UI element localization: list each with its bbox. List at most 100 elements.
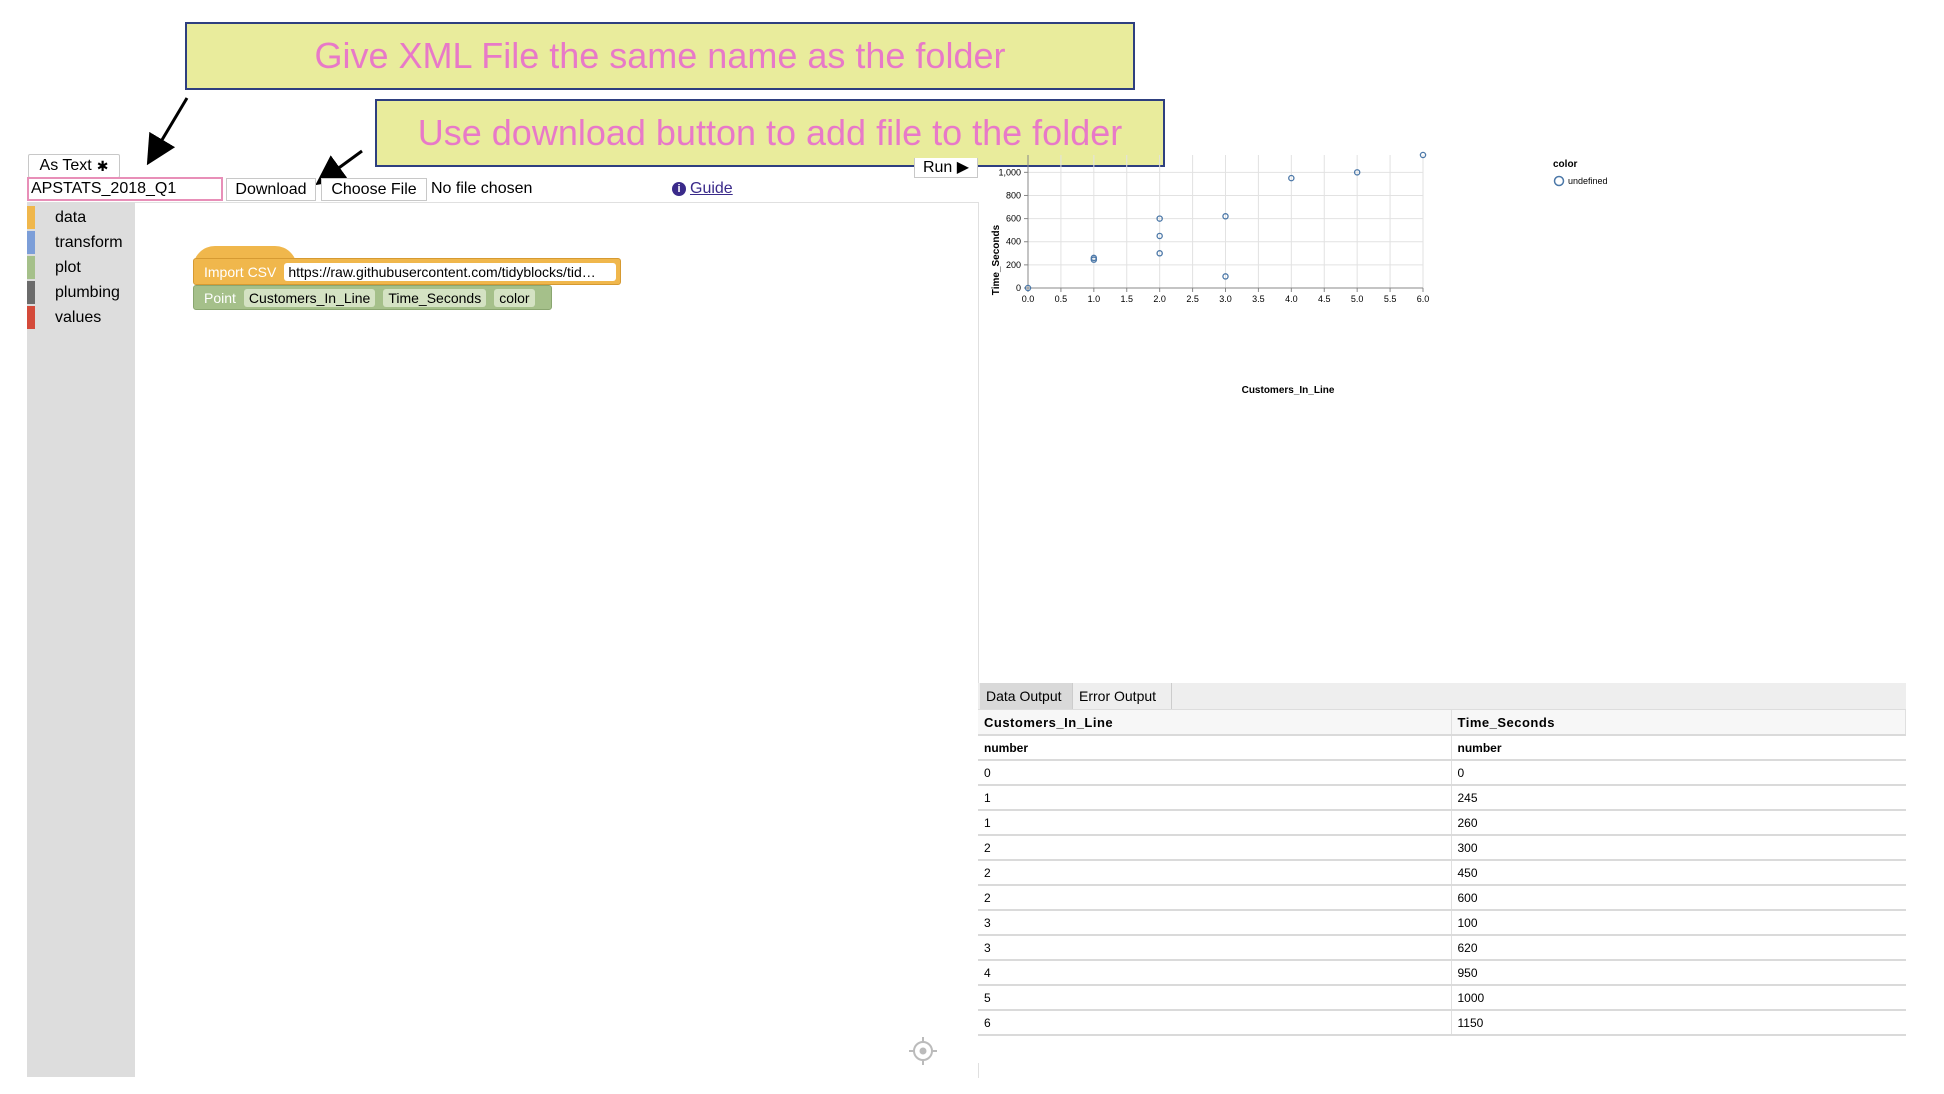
table-cell: 2 xyxy=(978,860,1452,886)
import-csv-url-field[interactable]: https://raw.githubusercontent.com/tidybl… xyxy=(284,262,617,281)
recenter-icon[interactable] xyxy=(908,1036,938,1066)
x-tick-label: 5.5 xyxy=(1384,294,1397,304)
table-row: 4 950 xyxy=(978,960,1906,986)
table-type-row: number number xyxy=(978,735,1906,761)
toolbox-item-label: transform xyxy=(55,234,123,251)
table-cell: 1150 xyxy=(1451,1010,1906,1036)
table-cell: 100 xyxy=(1451,910,1906,936)
scatter-plot: 0.0 0.5 1.0 1.5 2.0 2.5 3.0 3.5 4.0 4.5 5.0 5.5 6.0 0… xyxy=(991,151,1608,396)
table-cell: 245 xyxy=(1451,785,1906,811)
table-row: 5 1000 xyxy=(978,985,1906,1011)
arrow-to-filename xyxy=(146,97,189,166)
x-tick-label: 3.0 xyxy=(1219,294,1232,304)
table-cell: 3 xyxy=(978,935,1452,961)
choose-file-button[interactable]: Choose File xyxy=(321,178,427,201)
filename-input[interactable] xyxy=(27,177,223,201)
plot-axes: 0.0 0.5 1.0 1.5 2.0 2.5 3.0 3.5 4.0 4.5 5.0 5.5 6.0 0… xyxy=(998,155,1429,304)
point-color-field[interactable]: color xyxy=(494,288,535,307)
table-cell: 620 xyxy=(1451,935,1906,961)
legend-entry: undefined xyxy=(1568,176,1608,186)
toolbox: data transform plot plumbing values xyxy=(27,202,135,1077)
table-cell: 6 xyxy=(978,1010,1452,1036)
table-row: 1 245 xyxy=(978,785,1906,811)
table-row: 2 600 xyxy=(978,885,1906,911)
toolbox-item-plot[interactable]: plot xyxy=(27,256,135,281)
table-row: 3 100 xyxy=(978,910,1906,936)
point-block[interactable]: Point Customers_In_Line Time_Seconds col… xyxy=(193,285,552,310)
column-header: Time_Seconds xyxy=(1451,710,1906,736)
blockly-workspace[interactable] xyxy=(27,202,979,1078)
table-header-row: Customers_In_Line Time_Seconds xyxy=(978,710,1906,736)
category-swatch xyxy=(27,281,35,304)
table-row: 6 1150 xyxy=(978,1010,1906,1036)
x-tick-label: 0.5 xyxy=(1055,294,1068,304)
table-cell: 2 xyxy=(978,835,1452,861)
point-keyword: Point xyxy=(204,289,236,306)
toolbox-item-label: plot xyxy=(55,259,81,276)
import-csv-keyword: Import CSV xyxy=(204,263,277,280)
x-tick-label: 6.0 xyxy=(1417,294,1430,304)
table-cell: 300 xyxy=(1451,835,1906,861)
legend-title: color xyxy=(1553,159,1578,170)
table-cell: 260 xyxy=(1451,810,1906,836)
y-tick-label: 1,000 xyxy=(998,167,1021,177)
point-x-field[interactable]: Customers_In_Line xyxy=(243,288,376,307)
as-text-label: As Text xyxy=(39,157,92,174)
no-file-chosen-text: No file chosen xyxy=(431,180,533,197)
table-row: 3 620 xyxy=(978,935,1906,961)
point-y-field[interactable]: Time_Seconds xyxy=(383,288,487,307)
category-swatch xyxy=(27,206,35,229)
table-cell: 0 xyxy=(1451,760,1906,786)
guide-link[interactable]: i Guide xyxy=(672,180,733,198)
y-tick-label: 400 xyxy=(1006,237,1021,247)
tab-data-output[interactable]: Data Output xyxy=(980,683,1072,709)
tab-error-output[interactable]: Error Output xyxy=(1072,683,1172,709)
choose-file-label: Choose File xyxy=(331,180,417,198)
y-tick-label: 600 xyxy=(1006,214,1021,224)
legend-symbol xyxy=(1553,175,1565,187)
toolbox-item-data[interactable]: data xyxy=(27,206,135,231)
toolbox-item-label: data xyxy=(55,209,87,226)
x-axis-label: Customers_In_Line xyxy=(1242,385,1335,396)
run-button[interactable]: Run ▶ xyxy=(914,158,978,178)
info-icon: i xyxy=(672,182,686,196)
table-row: 2 450 xyxy=(978,860,1906,886)
x-tick-label: 3.5 xyxy=(1252,294,1265,304)
y-tick-label: 0 xyxy=(1016,283,1021,293)
table-cell: 950 xyxy=(1451,960,1906,986)
table-cell: 5 xyxy=(978,985,1452,1011)
table-cell: number xyxy=(1451,735,1906,761)
import-csv-block[interactable]: Import CSV https://raw.githubusercontent… xyxy=(193,258,621,285)
column-header: Customers_In_Line xyxy=(978,710,1452,736)
table-cell: 2 xyxy=(978,885,1452,911)
x-tick-label: 1.0 xyxy=(1088,294,1101,304)
run-label: Run ▶ xyxy=(922,159,970,176)
x-tick-label: 5.0 xyxy=(1351,294,1364,304)
x-tick-label: 0.0 xyxy=(1022,294,1035,304)
tab-data-output-label: Data Output xyxy=(986,688,1062,704)
table-cell: 1000 xyxy=(1451,985,1906,1011)
category-swatch xyxy=(27,231,35,254)
bug-icon: ✱ xyxy=(96,157,109,174)
y-tick-label: 200 xyxy=(1006,260,1021,270)
download-button[interactable]: Download xyxy=(226,178,316,201)
download-label: Download xyxy=(235,180,307,198)
toolbox-item-transform[interactable]: transform xyxy=(27,231,135,256)
as-text-button[interactable]: As Text ✱ xyxy=(28,154,120,178)
table-cell: 600 xyxy=(1451,885,1906,911)
x-tick-label: 2.5 xyxy=(1186,294,1199,304)
category-swatch xyxy=(27,306,35,329)
x-tick-label: 4.0 xyxy=(1285,294,1298,304)
table-row: 2 300 xyxy=(978,835,1906,861)
category-swatch xyxy=(27,256,35,279)
output-panel: Data Output Error Output Customers_In_Li… xyxy=(978,683,1906,1063)
guide-label: Guide xyxy=(690,180,733,197)
tab-error-output-label: Error Output xyxy=(1079,688,1157,704)
table-cell: 450 xyxy=(1451,860,1906,886)
toolbox-item-values[interactable]: values xyxy=(27,306,135,331)
table-cell: 4 xyxy=(978,960,1452,986)
table-cell: 1 xyxy=(978,810,1452,836)
toolbox-item-plumbing[interactable]: plumbing xyxy=(27,281,135,306)
table-row: 00 xyxy=(978,760,1906,786)
x-tick-label: 2.0 xyxy=(1153,294,1166,304)
